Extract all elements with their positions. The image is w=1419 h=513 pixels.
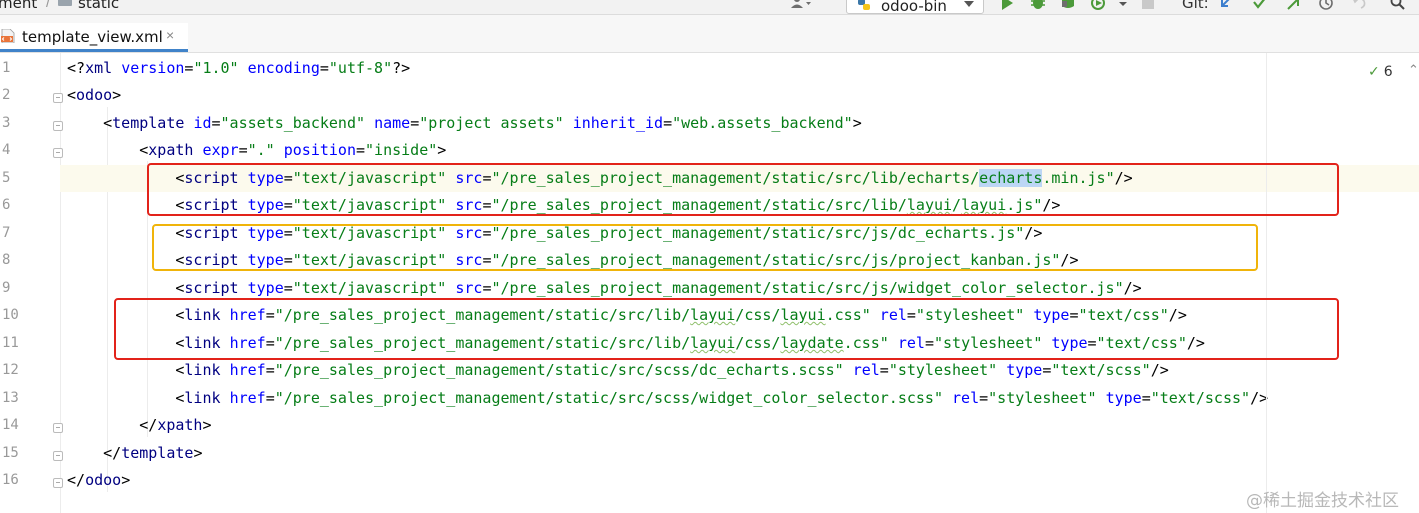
history-icon[interactable] <box>1318 0 1334 10</box>
line-number: 3 <box>2 115 11 131</box>
line-number: 9 <box>2 280 11 296</box>
search-icon[interactable] <box>1390 0 1406 10</box>
tab-template-view-xml[interactable]: template_view.xml × <box>0 23 188 52</box>
inspection-count: 6 <box>1383 64 1393 80</box>
python-icon <box>858 0 870 10</box>
main-toolbar: ment / static odoo-bin Git: <box>0 0 1419 15</box>
line-number: 7 <box>2 225 11 241</box>
inspection-widget[interactable]: ✓ 6 <box>1368 64 1393 80</box>
code-line[interactable]: <link href="/pre_sales_project_managemen… <box>60 385 1419 412</box>
coverage-icon[interactable] <box>1060 0 1076 10</box>
line-number: 15 <box>2 445 19 461</box>
code-line-text: <template id="assets_backend" name="proj… <box>103 114 862 132</box>
line-number: 6 <box>2 197 11 213</box>
line-number: 2 <box>2 87 11 103</box>
line-number: 11 <box>2 335 19 351</box>
code-line[interactable]: <odoo> <box>60 82 1419 109</box>
user-icon[interactable] <box>790 0 812 8</box>
code-line-text: <xpath expr="." position="inside"> <box>139 141 447 159</box>
xml-file-icon <box>1 29 15 43</box>
more-dropdown-icon[interactable] <box>1115 0 1131 10</box>
folder-icon <box>58 0 72 6</box>
code-line[interactable]: <?xml version="1.0" encoding="utf-8"?> <box>60 55 1419 82</box>
git-commit-icon[interactable] <box>1252 0 1268 10</box>
git-push-icon[interactable] <box>1285 0 1301 10</box>
rollback-icon[interactable] <box>1351 0 1367 10</box>
code-line-text: </template> <box>103 444 203 462</box>
highlight-box-red <box>147 163 1339 216</box>
line-number: 10 <box>2 307 19 323</box>
editor-tab-bar: template_view.xml × <box>0 15 1419 53</box>
debug-icon[interactable] <box>1030 0 1046 10</box>
code-line[interactable]: <link href="/pre_sales_project_managemen… <box>60 357 1419 384</box>
line-number: 13 <box>2 390 19 406</box>
code-line-text: <link href="/pre_sales_project_managemen… <box>175 361 1169 379</box>
breadcrumb-separator: / <box>46 0 51 11</box>
code-editor[interactable]: <?xml version="1.0" encoding="utf-8"?> <… <box>60 53 1419 513</box>
line-number: 12 <box>2 362 19 378</box>
code-line-text: <link href="/pre_sales_project_managemen… <box>175 389 1269 407</box>
code-line[interactable]: </template> <box>60 440 1419 467</box>
watermark: @稀土掘金技术社区 <box>1246 491 1399 511</box>
highlight-box-red <box>114 298 1339 360</box>
code-line[interactable]: </xpath> <box>60 412 1419 439</box>
code-line[interactable]: <template id="assets_backend" name="proj… <box>60 110 1419 137</box>
run-configuration-label: odoo-bin <box>881 0 947 15</box>
code-line[interactable]: </odoo> <box>60 467 1419 494</box>
editor-gutter: 1 2 3 4 5 6 7 8 9 10 11 12 13 14 15 16 <box>0 53 63 513</box>
chevron-down-icon <box>964 1 974 7</box>
code-line-text: </xpath> <box>139 416 212 434</box>
git-update-icon[interactable] <box>1218 0 1234 10</box>
check-icon: ✓ <box>1368 64 1380 80</box>
line-number: 16 <box>2 472 19 488</box>
stop-icon[interactable] <box>1140 0 1156 10</box>
line-number: 8 <box>2 252 11 268</box>
breadcrumb-item[interactable]: ment <box>0 0 37 12</box>
breadcrumb-item[interactable]: static <box>78 0 119 12</box>
profile-icon[interactable] <box>1091 0 1107 10</box>
run-icon[interactable] <box>999 0 1015 10</box>
git-label: Git: <box>1182 0 1209 12</box>
line-number: 1 <box>2 60 11 76</box>
code-line-text: <?xml version="1.0" encoding="utf-8"?> <box>67 59 411 77</box>
line-number: 14 <box>2 417 19 433</box>
code-line[interactable]: <xpath expr="." position="inside"> <box>60 137 1419 164</box>
line-number: 4 <box>2 142 11 158</box>
code-line-text: </odoo> <box>67 471 131 489</box>
chevron-up-icon[interactable]: ⌃ <box>1408 62 1419 78</box>
line-number: 5 <box>2 170 11 186</box>
run-configuration-selector[interactable]: odoo-bin <box>846 0 984 14</box>
code-line-text: <odoo> <box>67 86 122 104</box>
close-icon[interactable]: × <box>166 27 174 43</box>
tab-label: template_view.xml <box>22 28 163 46</box>
highlight-box-yellow <box>152 224 1258 271</box>
right-margin-guide <box>1266 53 1267 513</box>
